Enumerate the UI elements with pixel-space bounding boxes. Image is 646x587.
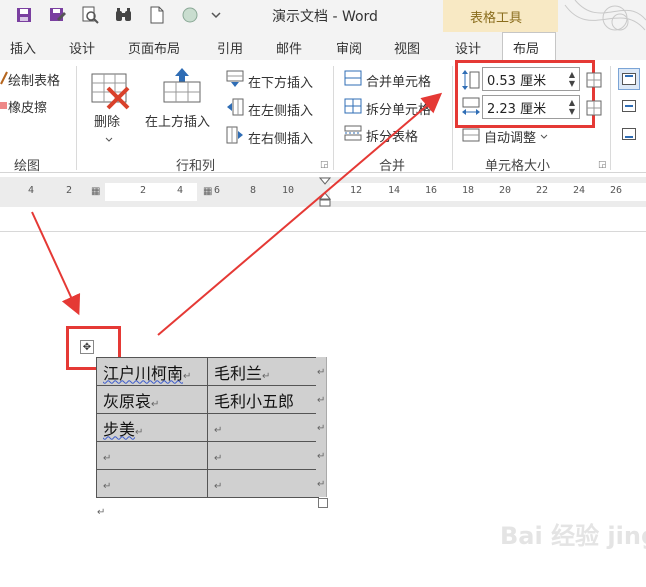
watermark: Bai 经验 jingyan.baidu.com: [500, 522, 646, 550]
annotation-arrows-icon: [31, 92, 443, 336]
